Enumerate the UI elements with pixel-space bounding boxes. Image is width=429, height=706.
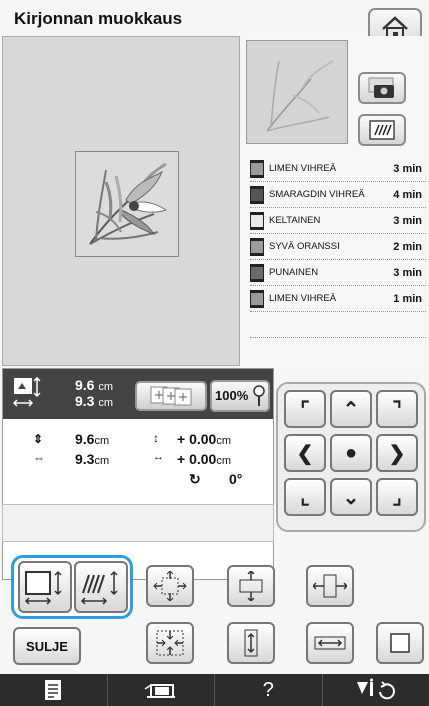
thread-name: PUNAINEN: [269, 267, 319, 278]
document-button[interactable]: [0, 674, 108, 706]
move-up-button[interactable]: ⌃: [330, 390, 372, 428]
thread-time: 1 min: [393, 292, 422, 305]
density-button[interactable]: [74, 561, 128, 613]
shrink-horizontal-button[interactable]: [306, 622, 354, 664]
size-button[interactable]: [18, 561, 72, 613]
help-button[interactable]: ?: [215, 674, 323, 706]
frame-icon: [150, 386, 192, 406]
close-button[interactable]: SULJE: [13, 627, 81, 665]
thread-spool-icon: [250, 263, 264, 282]
width-symbol: ⇔: [33, 451, 45, 465]
data-offset-vertical: + 0.00cm: [177, 431, 231, 447]
thread-spool-icon: [250, 211, 264, 230]
data-height: 9.6cm: [75, 431, 110, 447]
settings-icon: [356, 678, 395, 700]
resize-icon: [24, 570, 62, 605]
shrink-vertical-icon: [244, 629, 258, 657]
thread-time: 3 min: [393, 214, 422, 227]
flower-pattern-icon: [89, 162, 168, 245]
thread-spool-icon: [250, 237, 264, 256]
move-down-left-button[interactable]: ⌞: [284, 478, 326, 516]
size-width: 9.3 cm: [75, 393, 114, 409]
frame-display-button[interactable]: [135, 381, 207, 411]
stretch-horizontal-button[interactable]: [306, 565, 354, 607]
thread-time: 2 min: [393, 240, 422, 253]
thread-list-item: KELTAINEN 3 min: [250, 208, 426, 234]
move-up-right-button[interactable]: ⌝: [376, 390, 418, 428]
data-width: 9.3cm: [75, 451, 110, 467]
shrink-all-button[interactable]: [146, 622, 194, 664]
data-offset-horizontal: + 0.00cm: [177, 451, 231, 467]
edit-info-panel: 9.6 cm 9.3 cm 100% ⇕ 9.6cm ↕ + 0.00cm ⇔ …: [2, 368, 274, 580]
move-up-left-button[interactable]: ⌜: [284, 390, 326, 428]
message-area: [2, 504, 274, 542]
thread-name: LIMEN VIHREÄ: [269, 163, 337, 174]
center-button[interactable]: ●: [330, 434, 372, 472]
thread-time: 3 min: [393, 162, 422, 175]
stretch-all-button[interactable]: [146, 565, 194, 607]
embroidery-size-icon: [13, 377, 41, 407]
camera-icon: [368, 77, 394, 98]
right-info-panel: LIMEN VIHREÄ 3 min SMARAGDIN VIHREÄ 4 mi…: [242, 36, 427, 366]
stitch-preview-button[interactable]: [358, 114, 406, 146]
thread-time: 4 min: [393, 188, 422, 201]
embroidery-pattern[interactable]: [75, 151, 179, 257]
thread-name: SYVÄ ORANSSI: [269, 241, 340, 252]
embroidery-preview-area[interactable]: [2, 36, 240, 366]
shrink-horizontal-icon: [314, 636, 346, 650]
thread-spool-icon: [250, 159, 264, 178]
bottom-toolbar: ?: [0, 674, 429, 706]
thread-name: SMARAGDIN VIHREÄ: [269, 189, 365, 200]
expand-all-icon: [153, 571, 187, 601]
shrink-all-icon: [156, 630, 184, 656]
help-icon: ?: [262, 678, 274, 701]
rotate-icon: ↻: [189, 471, 201, 487]
move-left-button[interactable]: ❮: [284, 434, 326, 472]
pattern-thumbnail: [246, 40, 348, 144]
document-icon: [45, 680, 62, 700]
settings-button[interactable]: [323, 674, 429, 706]
size-height: 9.6 cm: [75, 377, 114, 393]
size-bar: 9.6 cm 9.3 cm 100%: [3, 369, 273, 419]
height-symbol: ⇕: [33, 432, 44, 446]
thread-name: LIMEN VIHREÄ: [269, 293, 337, 304]
thread-time: 3 min: [393, 266, 422, 279]
move-down-right-button[interactable]: ⌟: [376, 478, 418, 516]
stretch-vertical-button[interactable]: [227, 565, 275, 607]
thread-list-item: PUNAINEN 3 min: [250, 260, 426, 286]
expand-horizontal-icon: [313, 574, 347, 598]
thread-list-item: SMARAGDIN VIHREÄ 4 min: [250, 182, 426, 208]
data-rotation: 0°: [229, 471, 243, 487]
thread-name: KELTAINEN: [269, 215, 321, 226]
thread-list-item: LIMEN VIHREÄ 1 min: [250, 286, 426, 312]
thread-spool-icon: [250, 185, 264, 204]
move-down-button[interactable]: ⌄: [330, 478, 372, 516]
embroidery-edit-screen: Kirjonnan muokkaus LIMEN VIHREÄ 3 min SM…: [0, 0, 429, 706]
horizontal-offset-symbol: ↔: [153, 451, 164, 463]
thumbnail-pattern-icon: [266, 60, 334, 132]
thread-list-item: SYVÄ ORANSSI 2 min: [250, 234, 426, 260]
magnifier-icon: [253, 385, 265, 406]
page-title: Kirjonnan muokkaus: [14, 9, 183, 28]
zoom-button[interactable]: 100%: [210, 380, 270, 412]
sewing-machine-icon: [144, 684, 175, 698]
vertical-offset-symbol: ↕: [153, 431, 159, 445]
move-arrow-pad: ⌜ ⌃ ⌝ ❮ ● ❯ ⌞ ⌄ ⌟: [276, 382, 426, 532]
zoom-level: 100%: [215, 388, 249, 403]
thread-list-item: LIMEN VIHREÄ 3 min: [250, 156, 426, 182]
stitch-icon: [369, 120, 395, 140]
square-frame-icon: [390, 633, 410, 653]
shrink-vertical-button[interactable]: [227, 622, 275, 664]
camera-button[interactable]: [358, 72, 406, 104]
thread-spool-icon: [250, 289, 264, 308]
move-right-button[interactable]: ❯: [376, 434, 418, 472]
machine-button[interactable]: [108, 674, 215, 706]
thread-list-empty: [250, 312, 426, 338]
expand-vertical-icon: [239, 571, 263, 601]
frame-shape-button[interactable]: [376, 622, 424, 664]
density-icon: [80, 570, 118, 605]
thread-list-empty: [250, 338, 426, 364]
